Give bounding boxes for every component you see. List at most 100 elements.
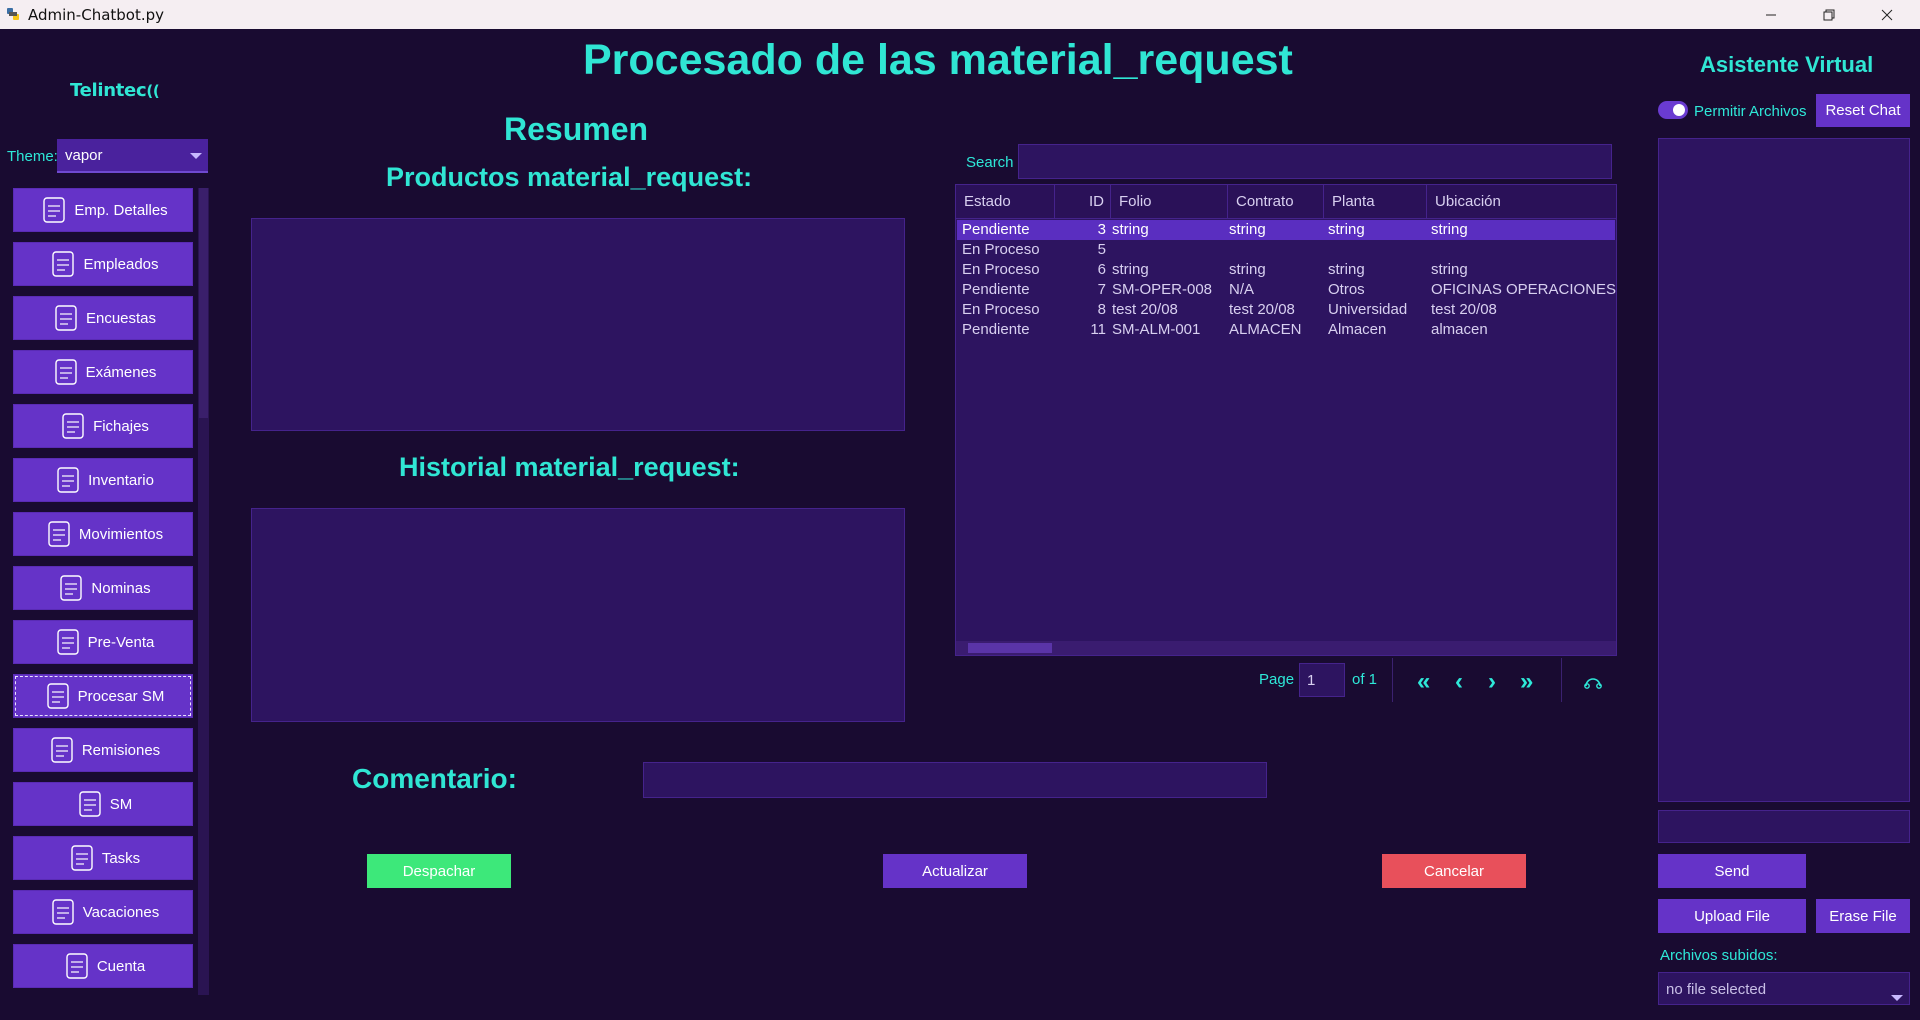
chevron-down-icon xyxy=(190,153,202,159)
minimize-icon xyxy=(1766,14,1776,15)
products-panel xyxy=(251,218,905,431)
sidebar-scroll-thumb[interactable] xyxy=(199,188,208,418)
cell-ubicacion: almacen xyxy=(1431,321,1488,338)
column-header-estado[interactable]: Estado xyxy=(956,185,1055,219)
cell-contrato: string xyxy=(1229,261,1266,278)
sidebar-item-vacaciones[interactable]: Vacaciones xyxy=(13,890,193,934)
cell-id: 8 xyxy=(1097,301,1106,318)
column-header-planta[interactable]: Planta xyxy=(1324,185,1427,219)
first-page-icon[interactable]: « xyxy=(1417,668,1430,696)
column-header-contrato[interactable]: Contrato xyxy=(1228,185,1324,219)
sidebar-item-nominas[interactable]: Nominas xyxy=(13,566,193,610)
table-row[interactable]: En Proceso 8 test 20/08 test 20/08 Universid… xyxy=(957,300,1615,320)
sidebar-item-inventario[interactable]: Inventario xyxy=(13,458,193,502)
table-row[interactable]: Pendiente 7 SM-OPER-008 N/A Otros OFICINAS OP… xyxy=(957,280,1617,300)
allow-files-label: Permitir Archivos xyxy=(1694,103,1807,120)
cell-id: 7 xyxy=(1097,281,1106,298)
erase-file-button[interactable]: Erase File xyxy=(1816,899,1910,933)
table-hscroll-thumb[interactable] xyxy=(968,643,1052,653)
vacation-icon xyxy=(52,899,74,925)
sidebar-item-label: Procesar SM xyxy=(77,687,165,705)
cell-planta: Otros xyxy=(1328,281,1365,298)
uploaded-files-select[interactable]: no file selected xyxy=(1658,972,1910,1005)
allow-files-toggle[interactable] xyxy=(1658,101,1688,119)
cell-folio: string xyxy=(1112,221,1149,238)
sidebar-item-label: Remisiones xyxy=(81,741,161,759)
table-row[interactable]: En Proceso 6 string string string string xyxy=(957,260,1615,280)
restore-icon xyxy=(1823,9,1835,20)
sidebar-item-fichajes[interactable]: Fichajes xyxy=(13,404,193,448)
cell-ubicacion: string xyxy=(1431,221,1468,238)
upload-file-button[interactable]: Upload File xyxy=(1658,899,1806,933)
search-input[interactable] xyxy=(1018,144,1612,179)
table-hscrollbar[interactable] xyxy=(956,641,1616,655)
minimize-button[interactable] xyxy=(1742,0,1800,29)
cell-folio: test 20/08 xyxy=(1112,301,1178,318)
close-icon xyxy=(1881,9,1893,20)
chat-input[interactable] xyxy=(1658,810,1910,843)
column-header-id[interactable]: ID xyxy=(1055,185,1111,219)
close-button[interactable] xyxy=(1858,0,1916,29)
cell-folio: SM-ALM-001 xyxy=(1112,321,1201,338)
cell-id: 5 xyxy=(1097,241,1106,258)
page-number-input[interactable]: 1 xyxy=(1299,663,1345,697)
table-row[interactable]: Pendiente 3 string string string string xyxy=(957,220,1615,240)
chat-history xyxy=(1658,138,1910,802)
survey-icon xyxy=(55,305,77,331)
exam-icon xyxy=(54,359,77,385)
sidebar-item-emp-detalles[interactable]: Emp. Detalles xyxy=(13,188,193,232)
dispatch-button[interactable]: Despachar xyxy=(367,854,511,888)
sidebar-item-encuestas[interactable]: Encuestas xyxy=(13,296,193,340)
send-button[interactable]: Send xyxy=(1658,854,1806,888)
python-app-icon xyxy=(7,8,19,20)
cell-planta: string xyxy=(1328,261,1365,278)
process-sm-icon xyxy=(46,683,69,709)
cell-estado: En Proceso xyxy=(962,241,1040,258)
last-page-icon[interactable]: » xyxy=(1520,668,1533,696)
presale-icon xyxy=(56,629,79,655)
uploaded-files-label: Archivos subidos: xyxy=(1660,947,1778,964)
cell-estado: En Proceso xyxy=(962,261,1040,278)
cell-folio: SM-OPER-008 xyxy=(1112,281,1213,298)
next-page-icon[interactable]: › xyxy=(1488,668,1496,696)
update-button[interactable]: Actualizar xyxy=(883,854,1027,888)
cell-contrato: ALMACEN xyxy=(1229,321,1302,338)
column-header-ubicacion[interactable]: Ubicación xyxy=(1427,185,1616,219)
sidebar-item-cuenta[interactable]: Cuenta xyxy=(13,944,193,988)
reset-chat-button[interactable]: Reset Chat xyxy=(1816,94,1910,127)
sidebar-item-pre-venta[interactable]: Pre-Venta xyxy=(13,620,193,664)
summary-heading: Resumen xyxy=(504,111,649,147)
table-row[interactable]: En Proceso 5 xyxy=(957,240,1615,260)
sidebar-item-label: Pre-Venta xyxy=(87,633,155,651)
cell-contrato: string xyxy=(1229,221,1266,238)
reset-view-icon[interactable] xyxy=(1583,674,1603,690)
chevron-down-icon xyxy=(1891,995,1903,1001)
file-select-value: no file selected xyxy=(1666,981,1767,998)
comment-input[interactable] xyxy=(643,762,1267,798)
sidebar-item-sm[interactable]: SM xyxy=(13,782,193,826)
cell-ubicacion: OFICINAS OPERACIONES xyxy=(1431,281,1617,298)
sidebar-item-empleados[interactable]: Empleados xyxy=(13,242,193,286)
cell-planta: string xyxy=(1328,221,1365,238)
sidebar-item-label: SM xyxy=(109,795,133,813)
previous-page-icon[interactable]: ‹ xyxy=(1455,668,1463,696)
sidebar-item-movimientos[interactable]: Movimientos xyxy=(13,512,193,556)
window-title: Admin-Chatbot.py xyxy=(28,6,165,24)
sidebar-item-examenes[interactable]: Exámenes xyxy=(13,350,193,394)
history-panel xyxy=(251,508,905,722)
column-header-folio[interactable]: Folio xyxy=(1111,185,1228,219)
sidebar-item-label: Emp. Detalles xyxy=(74,201,168,219)
sidebar-scrollbar[interactable] xyxy=(198,188,209,995)
sidebar-item-label: Encuestas xyxy=(85,309,157,327)
sidebar-item-tasks[interactable]: Tasks xyxy=(13,836,193,880)
sidebar-item-remisiones[interactable]: Remisiones xyxy=(13,728,193,772)
restore-button[interactable] xyxy=(1800,0,1858,29)
table-row[interactable]: Pendiente 11 SM-ALM-001 ALMACEN Almacen almac… xyxy=(957,320,1615,340)
cell-estado: Pendiente xyxy=(962,321,1030,338)
cancel-button[interactable]: Cancelar xyxy=(1382,854,1526,888)
comment-label: Comentario: xyxy=(352,763,517,794)
sidebar-item-label: Vacaciones xyxy=(82,903,160,921)
payroll-icon xyxy=(60,575,83,601)
theme-select[interactable]: vapor xyxy=(57,139,208,173)
sidebar-item-procesar-sm[interactable]: Procesar SM xyxy=(13,674,193,718)
